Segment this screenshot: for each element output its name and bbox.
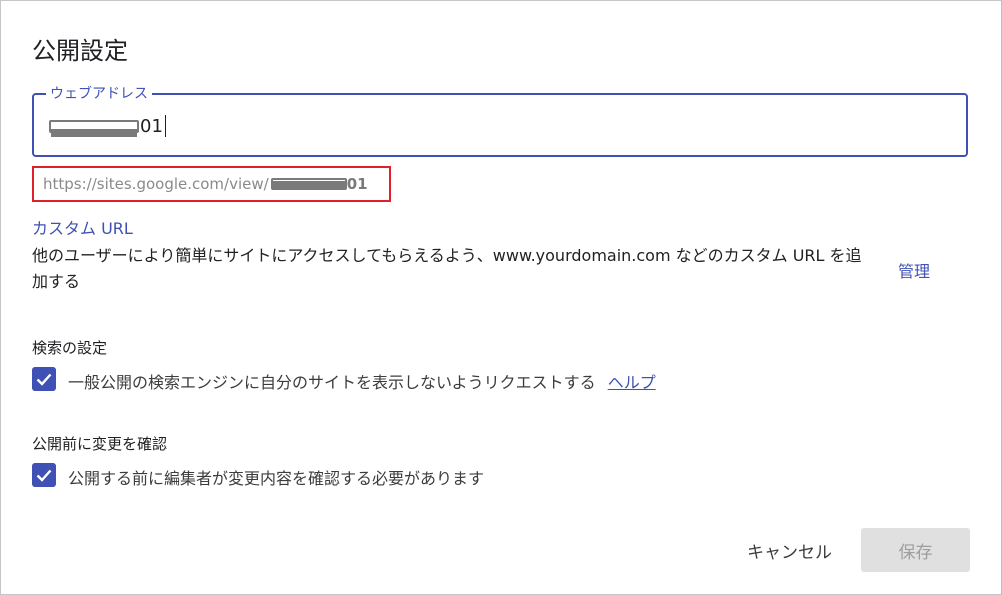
dialog-title: 公開設定 xyxy=(32,37,128,65)
web-address-field[interactable]: ウェブアドレス 01 xyxy=(32,83,968,157)
redacted-text xyxy=(49,119,139,137)
url-preview: https://sites.google.com/view/ 01 xyxy=(43,175,368,193)
checkmark-icon xyxy=(36,373,52,386)
custom-url-description: 他のユーザーにより簡単にサイトにアクセスしてもらえるよう、www.yourdom… xyxy=(32,246,862,291)
search-settings-heading: 検索の設定 xyxy=(32,339,108,357)
cancel-button[interactable]: キャンセル xyxy=(747,538,832,563)
publish-settings-dialog: 公開設定 ウェブアドレス 01 https://sites.google.com… xyxy=(0,0,1002,595)
web-address-label: ウェブアドレス xyxy=(46,83,152,103)
search-engine-label-text: 一般公開の検索エンジンに自分のサイトを表示しないようリクエストする xyxy=(68,373,596,392)
manage-button[interactable]: 管理 xyxy=(898,258,930,282)
url-preview-prefix: https://sites.google.com/view/ xyxy=(43,175,269,193)
review-changes-checkbox[interactable] xyxy=(32,463,56,487)
web-address-input[interactable]: 01 xyxy=(49,115,166,137)
text-cursor xyxy=(164,115,166,137)
checkmark-icon xyxy=(36,469,52,482)
custom-url-heading: カスタム URL xyxy=(32,219,133,238)
search-engine-checkbox[interactable] xyxy=(32,367,56,391)
web-address-value-suffix: 01 xyxy=(140,115,163,137)
url-preview-suffix: 01 xyxy=(346,175,368,193)
help-link[interactable]: ヘルプ xyxy=(608,373,656,392)
search-engine-checkbox-label[interactable]: 一般公開の検索エンジンに自分のサイトを表示しないようリクエストする ヘルプ xyxy=(68,369,656,393)
review-settings-heading: 公開前に変更を確認 xyxy=(32,435,168,453)
redacted-text xyxy=(270,178,347,190)
save-button[interactable]: 保存 xyxy=(861,528,970,572)
url-preview-highlight: https://sites.google.com/view/ 01 xyxy=(32,166,391,202)
review-changes-checkbox-label[interactable]: 公開する前に編集者が変更内容を確認する必要があります xyxy=(68,465,484,489)
